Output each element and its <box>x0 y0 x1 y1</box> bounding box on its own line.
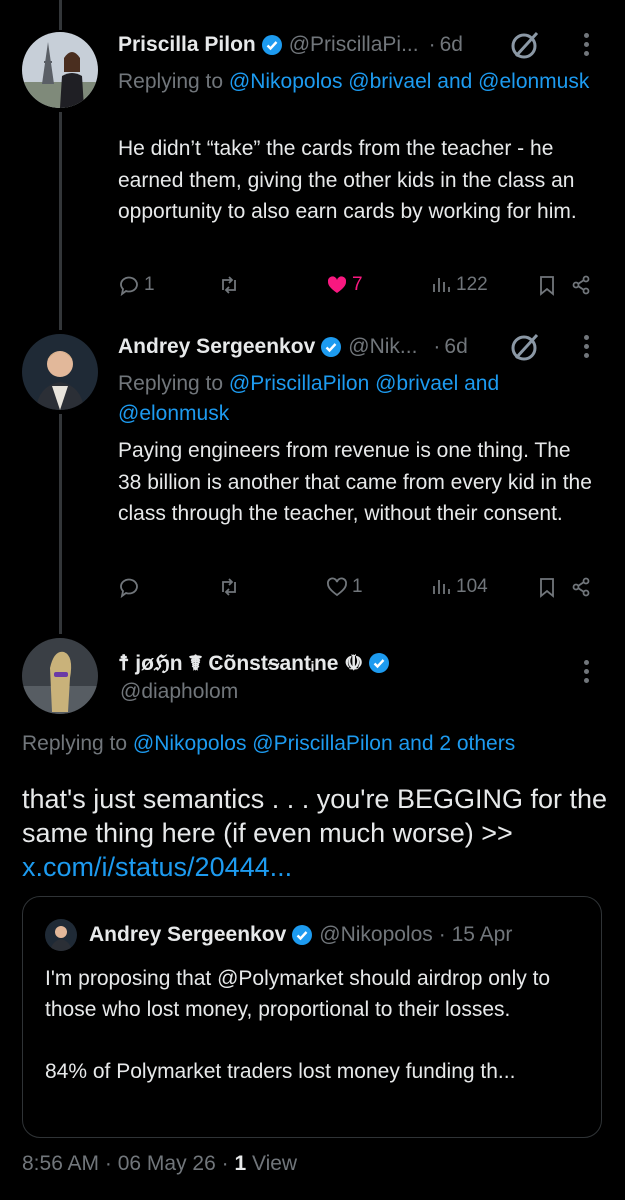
share-button[interactable] <box>570 270 592 300</box>
thread-line-top <box>59 0 62 30</box>
reply-header: Andrey Sergeenkov @Nik... · 6d <box>118 329 468 365</box>
replying-to: Replying to @PriscillaPilon @brivael and… <box>118 372 500 425</box>
repost-button[interactable] <box>218 572 244 602</box>
reply-button[interactable]: 1 <box>118 270 155 300</box>
like-button[interactable]: 7 <box>326 270 363 300</box>
views-count: 1 <box>234 1152 247 1175</box>
main-header: ☨ jøℌn ☤ Ͼõnstᵴantᵢne ☫ <box>118 646 390 680</box>
reply-icon <box>120 578 138 598</box>
display-name[interactable]: Priscilla Pilon <box>118 33 256 57</box>
thread-line-2 <box>59 414 62 634</box>
replying-to: Replying to @Nikopolos @PriscillaPilon a… <box>22 732 516 755</box>
verified-badge-icon <box>369 653 390 673</box>
more-options-icon[interactable] <box>582 660 590 687</box>
repost-button[interactable] <box>218 270 244 300</box>
share-icon <box>572 275 590 295</box>
display-name[interactable]: ☨ jøℌn ☤ Ͼõnstᵴantᵢne ☫ <box>118 651 363 676</box>
verified-badge-icon <box>321 337 342 357</box>
reply-icon <box>120 276 138 296</box>
quote-text: I'm proposing that @Polymarket should ai… <box>45 967 551 1083</box>
separator: · <box>428 33 436 56</box>
more-options-icon[interactable] <box>582 335 590 362</box>
like-button[interactable]: 1 <box>326 572 363 602</box>
separator: · <box>433 335 441 358</box>
reply-header: Priscilla Pilon @PriscillaPi... · 6d <box>118 27 463 63</box>
views-label: View <box>246 1152 298 1175</box>
views-button[interactable]: 122 <box>430 270 488 300</box>
post-time[interactable]: 6d <box>444 335 467 359</box>
bookmark-button[interactable] <box>536 270 558 300</box>
display-name[interactable]: Andrey Sergeenkov <box>118 335 315 359</box>
post-time[interactable]: 6d <box>440 33 463 57</box>
heart-outline-icon <box>327 577 347 597</box>
handle[interactable]: @Nik... <box>348 335 417 359</box>
views-button[interactable]: 104 <box>430 572 488 602</box>
share-icon <box>572 577 590 597</box>
reply-button[interactable] <box>118 572 144 602</box>
reply-text: He didn’t “take” the cards from the teac… <box>118 137 577 223</box>
quote-header: Andrey Sergeenkov @Nikopolos · 15 Apr <box>45 919 512 951</box>
quote-avatar <box>45 919 77 951</box>
reply-text: Paying engineers from revenue is one thi… <box>118 439 592 525</box>
handle[interactable]: @PriscillaPi... <box>289 33 419 57</box>
mention-links[interactable]: @Nikopolos @brivael and @elonmusk <box>229 70 589 93</box>
main-handle[interactable]: @diapholom <box>120 680 238 704</box>
heart-filled-icon <box>327 276 347 293</box>
verified-badge-icon <box>261 35 282 55</box>
quote-time: · 15 Apr <box>438 923 513 946</box>
more-options-icon[interactable] <box>582 33 590 60</box>
action-bar: 1 104 <box>118 572 603 602</box>
replying-to: Replying to @Nikopolos @brivael and @elo… <box>118 70 590 93</box>
post-meta: 8:56 AM · 06 May 26 · 1 View <box>22 1152 297 1176</box>
verified-badge-icon <box>292 925 313 945</box>
views-icon <box>433 278 450 292</box>
bookmark-icon <box>540 276 554 296</box>
repost-icon <box>222 578 236 596</box>
bookmark-icon <box>540 578 554 598</box>
share-button[interactable] <box>570 572 592 602</box>
quoted-post[interactable]: Andrey Sergeenkov @Nikopolos · 15 Apr I'… <box>22 896 602 1138</box>
grok-icon[interactable] <box>508 330 542 364</box>
mention-links[interactable]: @Nikopolos @PriscillaPilon and 2 others <box>133 732 515 755</box>
repost-icon <box>222 276 236 294</box>
thread-line-1 <box>59 112 62 330</box>
grok-icon[interactable] <box>508 28 542 62</box>
avatar[interactable] <box>22 638 98 714</box>
bookmark-button[interactable] <box>536 572 558 602</box>
status-link[interactable]: x.com/i/status/20444... <box>22 850 612 884</box>
views-icon <box>433 580 450 594</box>
post-text: that's just semantics . . . you're BEGGI… <box>22 782 612 884</box>
action-bar: 1 7 122 <box>118 270 603 300</box>
timestamp[interactable]: 8:56 AM · 06 May 26 · <box>22 1152 234 1175</box>
quote-display-name: Andrey Sergeenkov <box>89 923 287 946</box>
quote-handle: @Nikopolos <box>319 923 433 946</box>
avatar[interactable] <box>22 32 98 108</box>
avatar[interactable] <box>22 334 98 410</box>
